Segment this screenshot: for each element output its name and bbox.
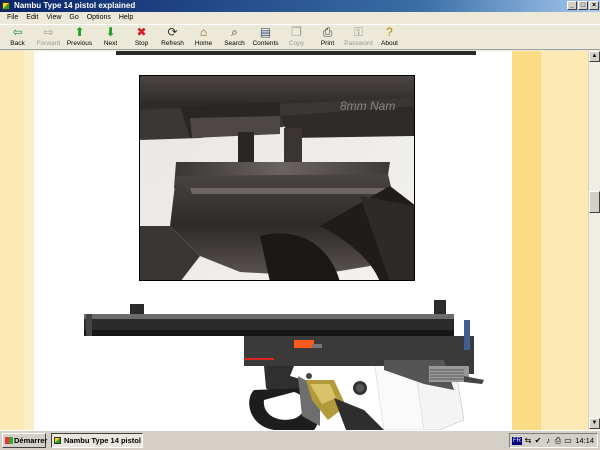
about-button[interactable]: ? About <box>374 25 405 51</box>
down-arrow-icon: ⬇ <box>105 25 116 39</box>
toolbar-label: Back <box>10 40 25 47</box>
up-arrow-icon: ⬆ <box>74 25 85 39</box>
menu-options[interactable]: Options <box>83 12 115 23</box>
search-button[interactable]: ⌕ Search <box>219 25 250 51</box>
print-button[interactable]: ⎙ Print <box>312 25 343 51</box>
left-margin-band <box>0 51 24 430</box>
start-label: Démarrer <box>14 436 48 445</box>
forward-arrow-icon: ⇨ <box>43 25 54 39</box>
previous-button[interactable]: ⬆ Previous <box>64 25 95 51</box>
windows-logo-icon <box>5 437 13 444</box>
language-indicator[interactable]: FR <box>512 436 522 445</box>
menu-view[interactable]: View <box>42 12 65 23</box>
question-icon: ? <box>386 25 393 39</box>
home-button[interactable]: ⌂ Home <box>188 25 219 51</box>
menu-bar: File Edit View Go Options Help <box>0 12 600 23</box>
back-arrow-icon: ⇦ <box>12 25 23 39</box>
title-bar: Nambu Type 14 pistol explained _ □ × <box>0 0 600 12</box>
toolbar-label: Search <box>224 40 245 47</box>
vertical-scrollbar[interactable]: ▲ ▼ <box>588 51 600 430</box>
window-title: Nambu Type 14 pistol explained <box>14 1 136 10</box>
right-margin-band <box>512 51 541 430</box>
password-button[interactable]: ⚿ Password <box>343 25 374 51</box>
toolbar: ⇦ Back ⇨ Forward ⬆ Previous ⬇ Next ✖ Stop ⟳ Refresh… <box>0 24 600 50</box>
search-icon: ⌕ <box>231 25 238 39</box>
scroll-down-icon[interactable]: ▼ <box>589 418 600 429</box>
menu-file[interactable]: File <box>3 12 22 23</box>
toolbar-label: Forward <box>36 40 61 47</box>
engraving-text: 8mm Nam <box>340 99 395 113</box>
toolbar-label: Password <box>344 40 373 47</box>
toolbar-label: Next <box>103 40 118 47</box>
back-button[interactable]: ⇦ Back <box>2 25 33 51</box>
next-button[interactable]: ⬇ Next <box>95 25 126 51</box>
contents-icon: ▤ <box>259 25 272 39</box>
task-label: Nambu Type 14 pistol ... <box>64 436 143 445</box>
scroll-up-icon[interactable]: ▲ <box>589 51 600 62</box>
stop-icon: ✖ <box>136 25 147 39</box>
minimize-button[interactable]: _ <box>567 1 577 10</box>
toolbar-label: About <box>381 40 398 47</box>
refresh-icon: ⟳ <box>167 25 178 39</box>
antivirus-icon[interactable]: ✔ <box>534 436 542 445</box>
toolbar-label: Home <box>194 40 213 47</box>
left-margin-band-inner <box>24 51 34 430</box>
printer-tray-icon[interactable]: ⎙ <box>554 436 562 445</box>
monitor-icon[interactable]: ▭ <box>564 436 572 445</box>
stop-button[interactable]: ✖ Stop <box>126 25 157 51</box>
pistol-diagram <box>84 300 484 430</box>
toolbar-label: Contents <box>252 40 279 47</box>
app-icon <box>2 2 10 10</box>
previous-image-edge <box>116 51 476 55</box>
menu-help[interactable]: Help <box>115 12 137 23</box>
menu-go[interactable]: Go <box>65 12 82 23</box>
menu-edit[interactable]: Edit <box>22 12 42 23</box>
copy-button[interactable]: ❐ Copy <box>281 25 312 51</box>
network-icon[interactable]: ⇆ <box>524 436 532 445</box>
page-body: 8mm Nam <box>34 51 512 430</box>
toolbar-label: Copy <box>288 40 305 47</box>
taskbar-task-browser[interactable]: Nambu Type 14 pistol ... <box>51 433 143 448</box>
toolbar-label: Previous <box>66 40 93 47</box>
system-tray: FR ⇆ ✔ ♪ ⎙ ▭ 14:14 <box>509 433 598 448</box>
key-icon: ⚿ <box>353 25 364 39</box>
toolbar-label: Print <box>320 40 335 47</box>
contents-button[interactable]: ▤ Contents <box>250 25 281 51</box>
clock: 14:14 <box>575 436 594 445</box>
right-margin-band-outer <box>541 51 588 430</box>
refresh-button[interactable]: ⟳ Refresh <box>157 25 188 51</box>
home-icon: ⌂ <box>199 25 208 39</box>
toolbar-label: Stop <box>134 40 149 47</box>
toolbar-label: Refresh <box>161 40 184 47</box>
content-area: 8mm Nam <box>0 51 588 430</box>
volume-icon[interactable]: ♪ <box>544 436 552 445</box>
scroll-thumb[interactable] <box>589 191 600 213</box>
trigger-bar-photo: 8mm Nam <box>139 75 415 281</box>
forward-button[interactable]: ⇨ Forward <box>33 25 64 51</box>
browser-window: Nambu Type 14 pistol explained _ □ × Fil… <box>0 0 600 430</box>
start-button[interactable]: Démarrer <box>2 433 48 448</box>
maximize-button[interactable]: □ <box>578 1 588 10</box>
taskbar: Démarrer Nambu Type 14 pistol ... FR ⇆ ✔… <box>0 430 600 450</box>
app-icon <box>54 437 61 444</box>
close-button[interactable]: × <box>589 1 599 10</box>
print-icon: ⎙ <box>322 25 333 39</box>
copy-icon: ❐ <box>291 25 302 39</box>
